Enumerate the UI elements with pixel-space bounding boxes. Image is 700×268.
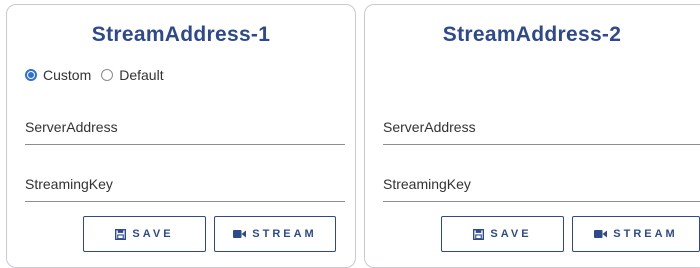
default-radio-label: Default — [119, 67, 164, 83]
source-radio-group: Custom Default — [25, 67, 174, 83]
server-address-label: ServerAddress — [383, 119, 476, 135]
stream-button-label: STREAM — [252, 228, 317, 240]
streaming-key-label: StreamingKey — [383, 176, 471, 192]
field-underline — [383, 144, 700, 145]
streaming-key-field[interactable]: StreamingKey — [25, 162, 345, 202]
card-title: StreamAddress-2 — [442, 23, 622, 46]
field-underline — [25, 144, 345, 145]
video-camera-icon — [233, 230, 247, 238]
custom-radio[interactable] — [25, 69, 37, 81]
floppy-disk-icon — [473, 228, 485, 240]
card-title: StreamAddress-1 — [91, 23, 271, 46]
server-address-label: ServerAddress — [25, 119, 118, 135]
save-button[interactable]: SAVE — [441, 216, 564, 252]
streaming-key-field[interactable]: StreamingKey — [383, 162, 700, 202]
field-underline — [25, 201, 345, 202]
stream-button[interactable]: STREAM — [572, 216, 700, 252]
server-address-field[interactable]: ServerAddress — [25, 105, 345, 145]
save-button[interactable]: SAVE — [83, 216, 206, 252]
default-radio[interactable] — [101, 69, 114, 81]
floppy-disk-icon — [115, 228, 127, 240]
default-radio-option[interactable]: Default — [101, 67, 164, 83]
stream-address-2-card: StreamAddress-2 ServerAddress StreamingK… — [364, 4, 700, 268]
field-underline — [383, 201, 700, 202]
save-button-label: SAVE — [490, 228, 532, 240]
custom-radio-label: Custom — [43, 67, 92, 83]
stream-button[interactable]: STREAM — [214, 216, 336, 252]
server-address-field[interactable]: ServerAddress — [383, 105, 700, 145]
save-button-label: SAVE — [132, 228, 174, 240]
streaming-key-label: StreamingKey — [25, 176, 113, 192]
stream-address-1-card: StreamAddress-1 Custom Default ServerAdd… — [6, 4, 356, 268]
video-camera-icon — [594, 230, 608, 238]
stream-button-label: STREAM — [613, 228, 678, 240]
custom-radio-option[interactable]: Custom — [25, 67, 91, 83]
